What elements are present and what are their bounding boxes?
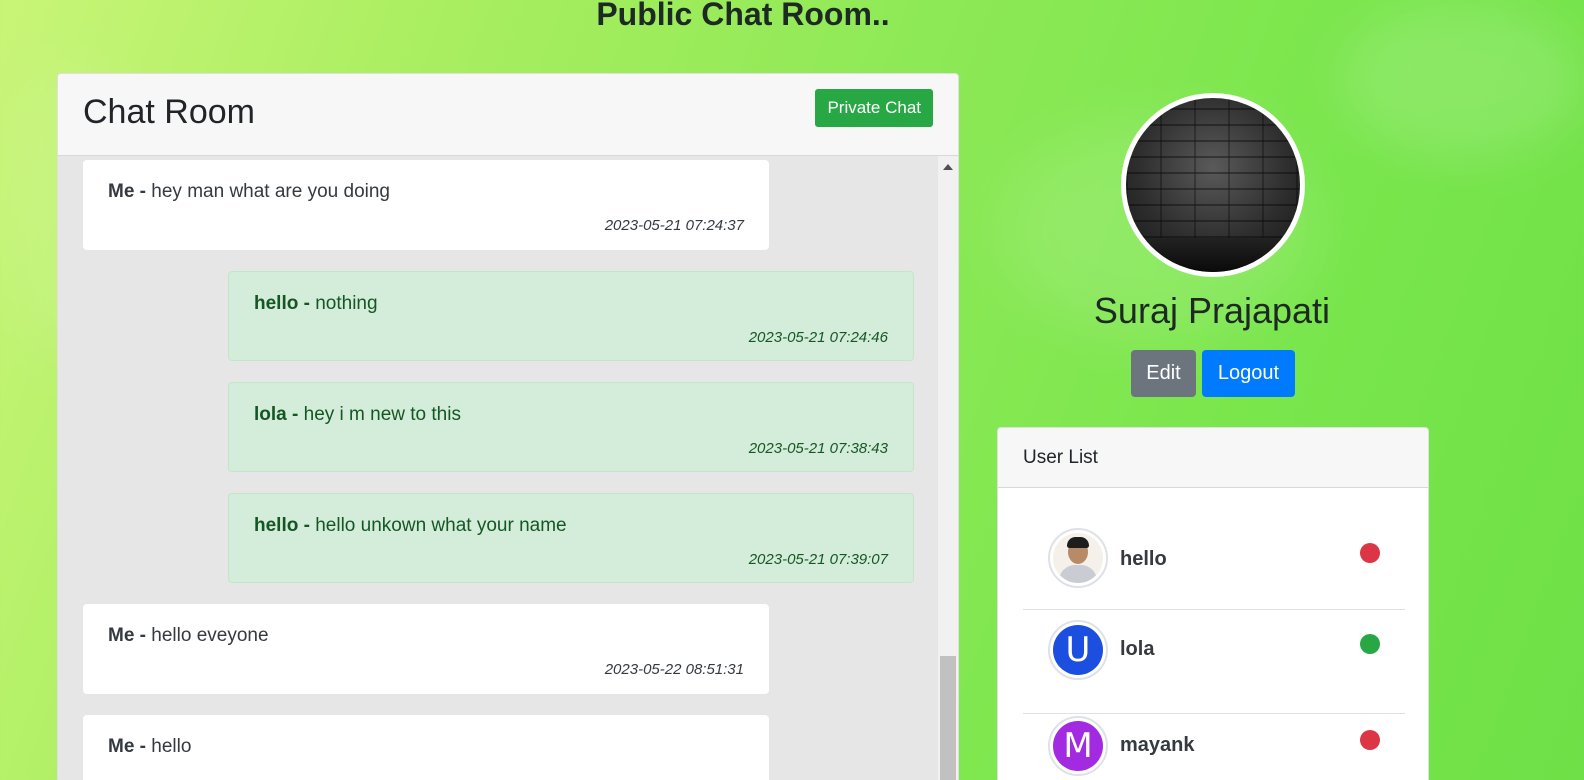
profile-avatar xyxy=(1121,93,1305,277)
user-avatar: M xyxy=(1048,716,1108,776)
user-list-item[interactable]: hello xyxy=(1023,518,1405,610)
status-dot-icon xyxy=(1360,543,1380,563)
chat-message: lola - hey i m new to this 2023-05-21 07… xyxy=(228,382,914,472)
floor-texture xyxy=(1126,238,1300,272)
message-separator: - xyxy=(286,404,304,425)
message-text: hello xyxy=(151,736,192,757)
scroll-up-arrow-icon[interactable] xyxy=(943,164,953,170)
user-initial: U xyxy=(1053,625,1103,675)
user-list-card: User List hello U lola M mayank xyxy=(997,427,1429,780)
message-separator: - xyxy=(298,515,316,536)
message-text: nothing xyxy=(315,293,378,314)
chat-message: Me - hey man what are you doing 2023-05-… xyxy=(83,160,769,250)
brick-wall-texture xyxy=(1126,98,1300,238)
private-chat-button[interactable]: Private Chat xyxy=(815,89,933,127)
message-sender: Me xyxy=(108,736,135,757)
chat-messages[interactable]: Me - hey man what are you doing 2023-05-… xyxy=(58,156,938,780)
logout-button[interactable]: Logout xyxy=(1202,350,1295,397)
message-text: hello unkown what your name xyxy=(315,515,567,536)
user-avatar xyxy=(1048,528,1108,588)
message-time: 2023-05-21 07:38:43 xyxy=(748,440,888,457)
chat-message: Me - hello xyxy=(83,715,769,780)
message-sender: hello xyxy=(254,293,299,314)
message-text: hey i m new to this xyxy=(303,404,461,425)
chat-room-card: Chat Room Private Chat Me - hey man what… xyxy=(57,73,959,780)
status-dot-icon xyxy=(1360,730,1380,750)
message-time: 2023-05-21 07:39:07 xyxy=(748,551,888,568)
message-time: 2023-05-22 08:51:31 xyxy=(604,661,744,678)
user-photo-hair xyxy=(1067,537,1089,548)
user-list-item[interactable]: U lola xyxy=(1023,620,1405,714)
user-name: mayank xyxy=(1120,734,1195,756)
user-photo xyxy=(1053,533,1103,583)
profile-name: Suraj Prajapati xyxy=(1093,290,1331,331)
message-separator: - xyxy=(298,293,316,314)
chat-message: hello - hello unkown what your name 2023… xyxy=(228,493,914,583)
message-separator: - xyxy=(134,181,152,202)
message-sender: Me xyxy=(108,181,135,202)
user-list-title: User List xyxy=(998,428,1428,488)
chat-message: Me - hello eveyone 2023-05-22 08:51:31 xyxy=(83,604,769,694)
scrollbar-thumb[interactable] xyxy=(940,656,956,780)
edit-button[interactable]: Edit xyxy=(1131,350,1196,397)
chat-title: Chat Room xyxy=(83,93,255,131)
status-dot-icon xyxy=(1360,634,1380,654)
message-text: hello eveyone xyxy=(151,625,269,646)
profile-avatar-image xyxy=(1126,98,1300,272)
message-separator: - xyxy=(134,625,152,646)
user-list-item[interactable]: M mayank xyxy=(1023,714,1405,780)
message-text: hey man what are you doing xyxy=(151,181,391,202)
chat-message: hello - nothing 2023-05-21 07:24:46 xyxy=(228,271,914,361)
user-name: hello xyxy=(1120,548,1167,570)
message-separator: - xyxy=(134,736,152,757)
message-sender: lola xyxy=(254,404,287,425)
chat-scrollbar[interactable] xyxy=(938,156,958,780)
message-time: 2023-05-21 07:24:37 xyxy=(604,217,744,234)
message-sender: Me xyxy=(108,625,135,646)
user-initial: M xyxy=(1053,721,1103,771)
page-title: Public Chat Room.. xyxy=(596,0,890,32)
chat-header: Chat Room Private Chat xyxy=(58,74,958,156)
user-name: lola xyxy=(1120,638,1155,660)
user-photo-shirt xyxy=(1059,565,1097,583)
user-avatar: U xyxy=(1048,620,1108,680)
message-sender: hello xyxy=(254,515,299,536)
message-time: 2023-05-21 07:24:46 xyxy=(748,329,888,346)
